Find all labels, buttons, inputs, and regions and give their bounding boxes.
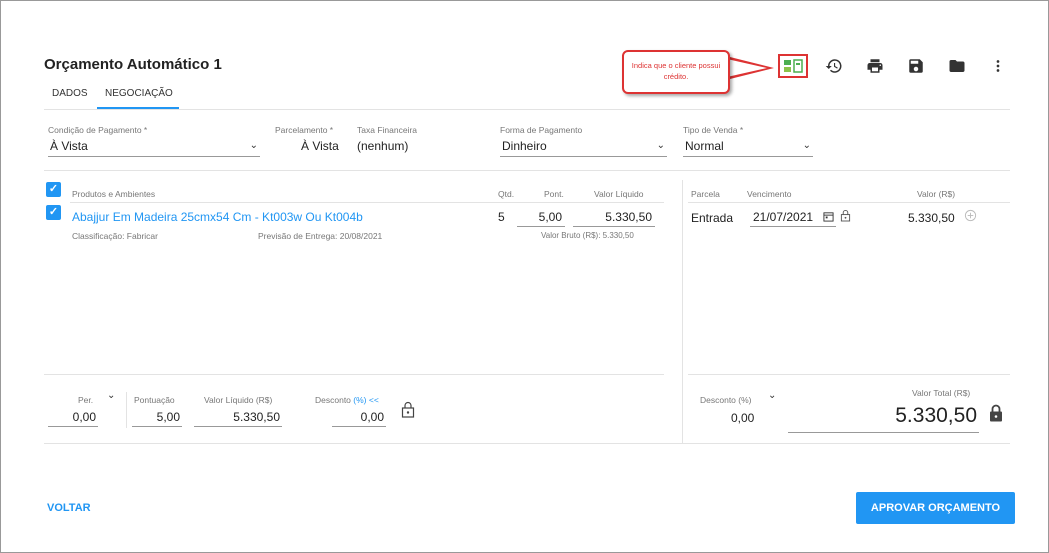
summary-divider-right [688,374,1010,375]
print-button[interactable] [864,56,886,76]
credit-indicator[interactable] [778,54,808,78]
product-valor-value: 5.330,50 [605,210,652,224]
per-input[interactable]: 0,00 [48,407,98,427]
window-frame [0,0,1049,553]
aprovar-orcamento-button[interactable]: APROVAR ORÇAMENTO [856,492,1015,524]
summary-divider-left [44,374,664,375]
product-classificacao: Classificação: Fabricar [72,231,158,241]
select-all-checkbox[interactable]: ✓ [46,182,61,197]
header-divider [44,109,1010,110]
product-previsao: Previsão de Entrega: 20/08/2021 [258,231,383,241]
lock-open-icon[interactable] [840,209,851,222]
tab-dados[interactable]: DADOS [52,88,88,99]
per-label: Per. [78,395,94,405]
forma-value: Dinheiro [502,139,547,153]
tipo-label: Tipo de Venda * [683,125,744,135]
summary-bottom-divider [44,443,1010,444]
vencimento-header: Vencimento [747,189,792,199]
add-circle-icon[interactable] [964,209,977,222]
valor-liquido-label: Valor Líquido (R$) [204,395,273,405]
parcela-header: Parcela [691,189,720,199]
desconto-label-text: Desconto [315,395,351,405]
valor-parcela-header: Valor (R$) [917,189,956,199]
pont-header: Pont. [544,189,564,199]
product-pont-input[interactable]: 5,00 [517,207,565,227]
desconto-value: 0,00 [360,410,384,424]
parcelamento-label: Parcelamento * [275,125,334,135]
tipo-select[interactable]: Normal ⌄ [683,137,813,157]
credit-tooltip: Indica que o cliente possui crédito. [622,50,730,94]
valor-total-label: Valor Total (R$) [912,388,971,398]
summary-separator [126,392,127,428]
parcela-valor: 5.330,50 [908,211,955,225]
tooltip-arrow-inner [727,59,767,77]
desconto-pct-value: 0,00 [731,411,755,425]
taxa-value: (nenhum) [357,139,409,153]
desconto-pct-label: Desconto (%) [700,395,752,405]
pontuacao-value: 5,00 [156,410,180,424]
desconto-chevron-down-icon[interactable]: ⌄ [768,390,776,401]
desconto-toggle[interactable]: (%) << [353,395,379,405]
chevron-down-icon: ⌄ [656,140,665,151]
tipo-value: Normal [685,139,724,153]
forma-label: Forma de Pagamento [500,125,583,135]
per-value: 0,00 [72,410,96,424]
form-divider [44,170,1010,171]
products-header-divider [70,202,664,203]
parcelas-header-divider [688,202,1010,203]
history-icon [825,59,842,73]
product-qtd: 5 [498,210,505,224]
product-valor-bruto: Valor Bruto (R$): 5.330,50 [541,231,634,240]
more-button[interactable] [987,56,1009,76]
save-icon [909,59,923,73]
condicao-select[interactable]: À Vista ⌄ [48,137,260,157]
more-vert-icon [996,60,1000,72]
pontuacao-input[interactable]: 5,00 [132,407,182,427]
valor-header: Valor Líquido [594,189,644,199]
parcelamento-value: À Vista [301,139,339,153]
print-icon [867,59,883,73]
taxa-label: Taxa Financeira [357,125,418,135]
folder-button[interactable] [946,56,968,76]
lock-open-icon[interactable] [401,401,415,418]
condicao-label: Condição de Pagamento * [48,125,148,135]
lock-icon[interactable] [989,404,1003,422]
condicao-value: À Vista [50,139,88,153]
tab-negociacao[interactable]: NEGOCIAÇÃO [105,88,173,99]
valor-total-value: 5.330,50 [895,404,977,427]
page-title: Orçamento Automático 1 [44,56,222,73]
valor-total-field: 5.330,50 [788,400,979,433]
voltar-button[interactable]: VOLTAR [47,502,91,514]
product-link[interactable]: Abajjur Em Madeira 25cmx54 Cm - Kt003w O… [72,210,363,224]
calendar-icon[interactable] [823,211,834,222]
item-checkbox[interactable]: ✓ [46,205,61,220]
per-chevron-down-icon[interactable]: ⌄ [107,390,115,401]
desconto-label: Desconto (%) << [315,395,379,405]
chevron-down-icon: ⌄ [802,140,811,151]
history-button[interactable] [823,56,845,76]
desconto-input[interactable]: 0,00 [332,407,386,427]
folder-icon [949,60,965,72]
save-button[interactable] [905,56,927,76]
pontuacao-label: Pontuação [134,395,175,405]
valor-liquido-value: 5.330,50 [233,410,280,424]
vencimento-value: 21/07/2021 [753,210,814,224]
qtd-header: Qtd. [498,189,515,199]
produtos-header: Produtos e Ambientes [72,189,156,199]
vencimento-input[interactable]: 21/07/2021 [750,207,836,227]
parcela-value: Entrada [691,211,734,225]
forma-select[interactable]: Dinheiro ⌄ [500,137,667,157]
product-pont-value: 5,00 [538,210,562,224]
valor-liquido-input[interactable]: 5.330,50 [194,407,282,427]
product-valor-input[interactable]: 5.330,50 [573,207,655,227]
credit-icon [784,59,803,73]
chevron-down-icon: ⌄ [249,140,258,151]
panel-divider [682,180,683,443]
